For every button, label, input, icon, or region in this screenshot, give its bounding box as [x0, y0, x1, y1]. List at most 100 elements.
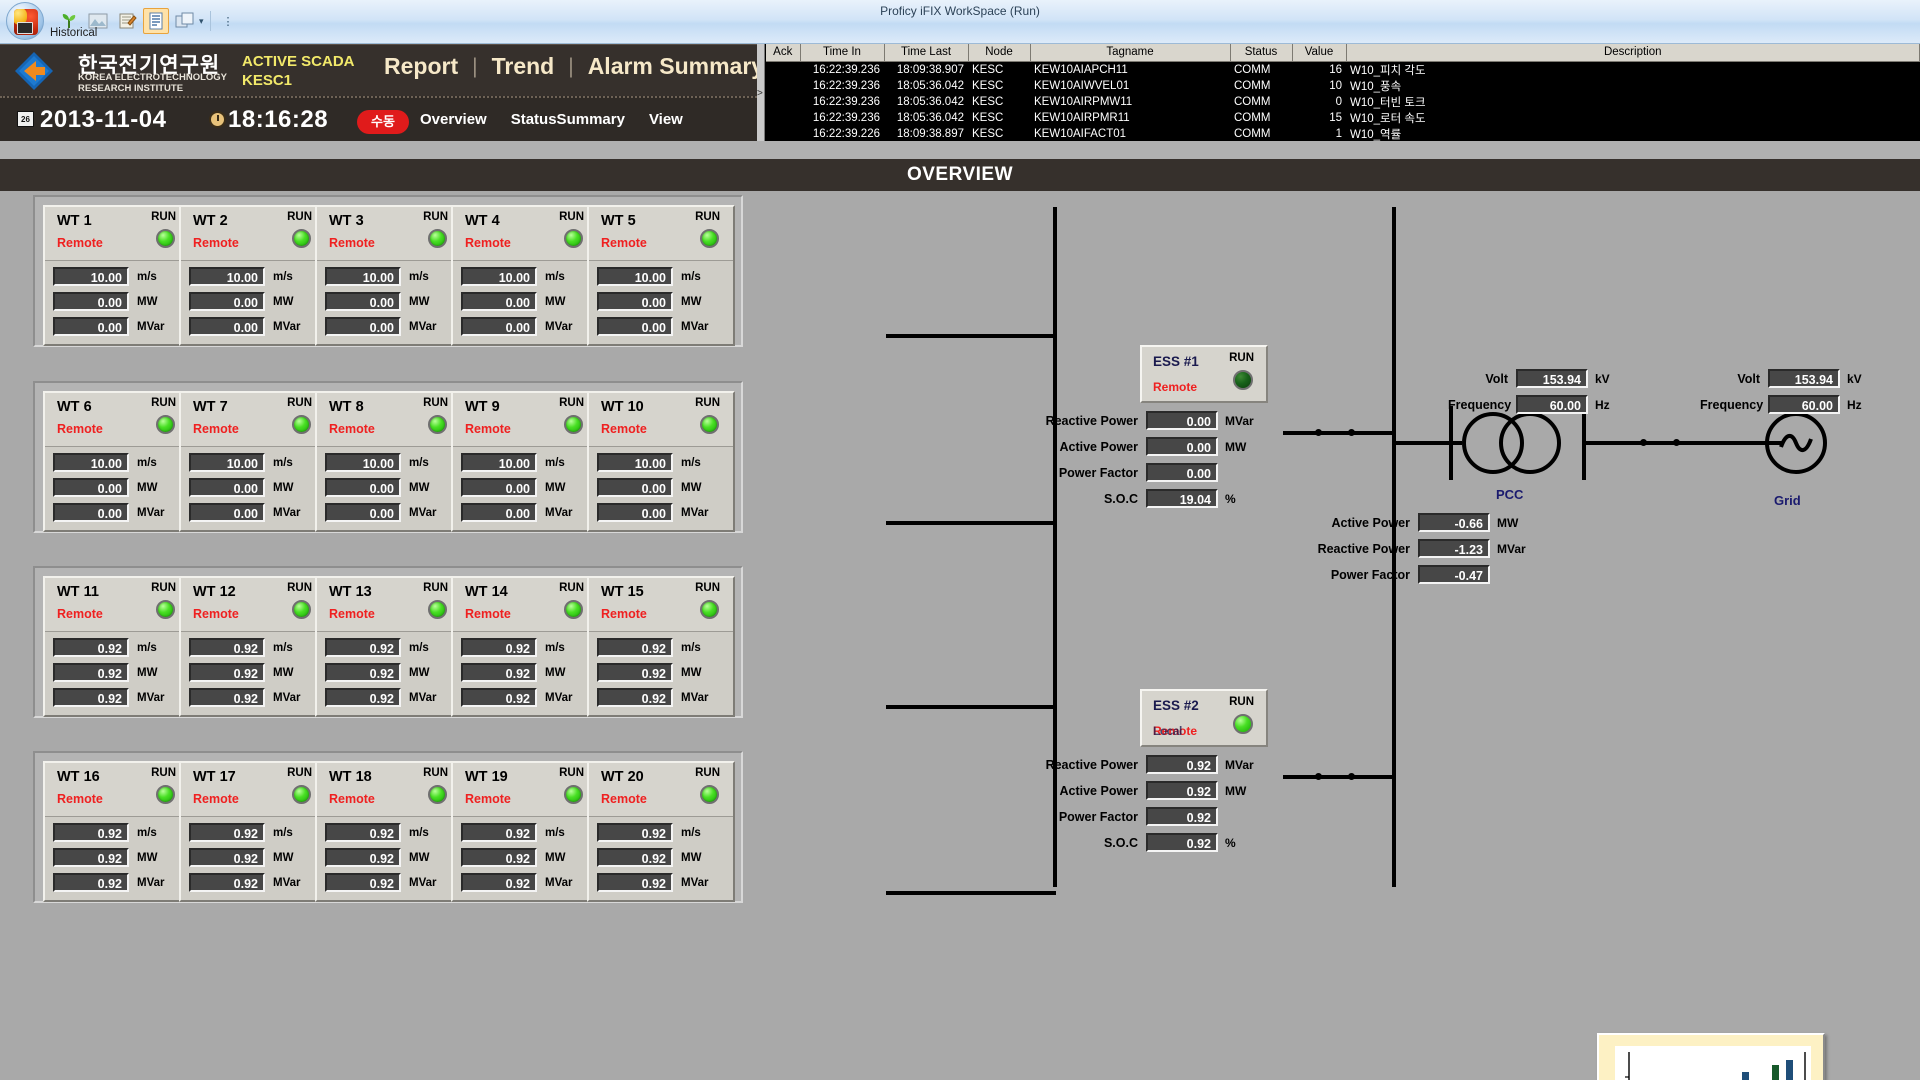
wind-turbine-card[interactable]: WT 2 Remote RUN 10.00 m/s 0.00 MW 0.00 MVar: [179, 205, 327, 346]
alarm-cell-time-last: 18:05:36.042: [884, 93, 968, 110]
alarm-cell-time-in: 16:22:39.236: [800, 77, 884, 94]
wind-turbine-card[interactable]: WT 6 Remote RUN 10.00 m/s 0.00 MW 0.00 MVar: [43, 391, 191, 532]
wind-turbine-header: WT 16 Remote RUN: [45, 763, 189, 817]
col-tagname[interactable]: Tagname: [1030, 44, 1231, 62]
wind-turbine-measurement-value: 0.92: [189, 638, 265, 657]
col-time-last[interactable]: Time Last: [884, 44, 969, 62]
wind-turbine-card[interactable]: WT 15 Remote RUN 0.92 m/s 0.92 MW 0.92 MVar: [587, 576, 735, 717]
form-icon[interactable]: [143, 8, 169, 34]
alarm-row[interactable]: 16:22:39.236 18:09:38.907 KESC KEW10AIAPCH1…: [766, 61, 1920, 78]
wind-turbine-status-led: [156, 229, 175, 248]
alarm-row[interactable]: 16:22:39.226 18:09:38.897 KESC KEW10AIFACT0…: [766, 125, 1920, 142]
nav-report[interactable]: Report: [370, 53, 472, 80]
wind-turbine-measurement-value: 0.92: [461, 823, 537, 842]
wind-turbine-measurement-row: 0.92 m/s: [461, 823, 589, 842]
nav-trend[interactable]: Trend: [478, 53, 569, 80]
ess-measurement-unit: MVar: [1225, 413, 1254, 428]
wind-turbine-card[interactable]: WT 11 Remote RUN 0.92 m/s 0.92 MW 0.92 MVar: [43, 576, 191, 717]
wind-turbine-measurement-unit: m/s: [409, 641, 429, 654]
nav-alarm-summary[interactable]: Alarm Summary: [574, 53, 778, 80]
wind-turbine-status-led: [700, 600, 719, 619]
ess-control-mode: Remote: [1153, 380, 1198, 394]
wind-turbine-card[interactable]: WT 4 Remote RUN 10.00 m/s 0.00 MW 0.00 MVar: [451, 205, 599, 346]
wind-turbine-measurements: 10.00 m/s 0.00 MW 0.00 MVar: [453, 261, 597, 344]
col-description[interactable]: Description: [1346, 44, 1920, 62]
wind-turbine-measurement-unit: MVar: [409, 320, 437, 333]
ess-measurement-unit: %: [1225, 835, 1236, 850]
node-dot-line-a: [1640, 439, 1647, 446]
col-value[interactable]: Value: [1292, 44, 1347, 62]
wind-turbine-control-mode: Remote: [329, 792, 375, 806]
alarm-cell-ack: [766, 77, 800, 94]
ess-measurement-value: 0.00: [1146, 463, 1218, 482]
wind-turbine-card[interactable]: WT 13 Remote RUN 0.92 m/s 0.92 MW 0.92 MVar: [315, 576, 463, 717]
wind-turbine-measurement-value: 0.92: [325, 663, 401, 682]
chevron-down-icon[interactable]: ▾: [199, 16, 204, 27]
alarm-cell-node: KESC: [968, 125, 1030, 142]
pcc-measurement-value: -0.66: [1418, 513, 1490, 532]
wind-turbine-card[interactable]: WT 8 Remote RUN 10.00 m/s 0.00 MW 0.00 MVar: [315, 391, 463, 532]
wind-turbine-card[interactable]: WT 18 Remote RUN 0.92 m/s 0.92 MW 0.92 MVar: [315, 761, 463, 902]
wind-turbine-card[interactable]: WT 16 Remote RUN 0.92 m/s 0.92 MW 0.92 MVar: [43, 761, 191, 902]
wind-turbine-card[interactable]: WT 5 Remote RUN 10.00 m/s 0.00 MW 0.00 MVar: [587, 205, 735, 346]
alarm-row[interactable]: 16:22:39.236 18:05:36.042 KESC KEW10AIWVEL0…: [766, 77, 1920, 94]
wind-turbine-card[interactable]: WT 19 Remote RUN 0.92 m/s 0.92 MW 0.92 MVar: [451, 761, 599, 902]
col-ack[interactable]: Ack: [766, 44, 801, 62]
wind-turbine-measurements: 10.00 m/s 0.00 MW 0.00 MVar: [45, 261, 189, 344]
wind-turbine-card[interactable]: WT 20 Remote RUN 0.92 m/s 0.92 MW 0.92 MVar: [587, 761, 735, 902]
wind-turbine-measurement-unit: MVar: [409, 506, 437, 519]
wind-turbine-card[interactable]: WT 17 Remote RUN 0.92 m/s 0.92 MW 0.92 MVar: [179, 761, 327, 902]
nav-status-summary[interactable]: StatusSummary: [511, 111, 625, 128]
col-time-in[interactable]: Time In: [800, 44, 885, 62]
current-date: 2013-11-04: [40, 106, 167, 133]
ess-measurement-label: Power Factor: [1058, 809, 1138, 824]
col-status[interactable]: Status: [1230, 44, 1293, 62]
realtime-plot-widget[interactable]: Real-Time Plot.✓: [1597, 1033, 1825, 1080]
wind-turbine-status-label: RUN: [695, 211, 720, 223]
wind-turbine-measurement-unit: MW: [409, 481, 430, 494]
wind-turbine-measurement-value: 0.92: [597, 848, 673, 867]
ess-card[interactable]: ESS #2 Remote Local RUN: [1140, 689, 1268, 747]
wind-turbine-measurement-row: 0.92 m/s: [597, 638, 725, 657]
nav-view[interactable]: View: [649, 111, 683, 128]
wind-turbine-measurement-row: 0.92 MW: [597, 663, 725, 682]
app-orb-button[interactable]: [6, 2, 44, 40]
ess-measurement-row: Reactive Power 0.00 MVar: [1030, 411, 1254, 430]
page-title: OVERVIEW: [0, 159, 1920, 191]
ess-measurement-unit: MVar: [1225, 757, 1254, 772]
wind-turbine-measurements: 10.00 m/s 0.00 MW 0.00 MVar: [45, 447, 189, 530]
wind-turbine-card[interactable]: WT 9 Remote RUN 10.00 m/s 0.00 MW 0.00 MVar: [451, 391, 599, 532]
alarm-gutter[interactable]: >: [757, 44, 765, 141]
wind-turbine-measurement-value: 0.92: [189, 823, 265, 842]
wind-turbine-card[interactable]: WT 1 Remote RUN 10.00 m/s 0.00 MW 0.00 MVar: [43, 205, 191, 346]
wind-turbine-name: WT 1: [57, 213, 92, 229]
duplicate-icon[interactable]: [172, 8, 198, 34]
wind-turbine-card[interactable]: WT 10 Remote RUN 10.00 m/s 0.00 MW 0.00 MVar: [587, 391, 735, 532]
quick-access-caret-icon[interactable]: ⋮: [217, 15, 240, 28]
nav-overview[interactable]: Overview: [420, 111, 487, 128]
wind-turbine-status-led: [292, 229, 311, 248]
ess-card[interactable]: ESS #1 Remote RUN: [1140, 345, 1268, 403]
alarm-expand-icon[interactable]: >: [757, 88, 763, 99]
col-node[interactable]: Node: [968, 44, 1031, 62]
ess-status-led: [1233, 714, 1253, 734]
wind-turbine-card[interactable]: WT 12 Remote RUN 0.92 m/s 0.92 MW 0.92 MVar: [179, 576, 327, 717]
wind-turbine-card[interactable]: WT 14 Remote RUN 0.92 m/s 0.92 MW 0.92 MVar: [451, 576, 599, 717]
wind-turbine-measurement-row: 0.92 MW: [461, 848, 589, 867]
alarm-row[interactable]: 16:22:39.236 18:05:36.042 KESC KEW10AIRPMR1…: [766, 109, 1920, 126]
wind-turbine-header: WT 8 Remote RUN: [317, 393, 461, 447]
wind-turbine-measurement-row: 10.00 m/s: [597, 453, 725, 472]
wind-turbine-control-mode: Remote: [601, 607, 647, 621]
ess-control-mode: Remote Local: [1153, 724, 1198, 738]
ribbon-toolbar: ▾ ⋮ Historical Proficy iFIX WorkSpace (R…: [0, 0, 1920, 44]
alarm-row[interactable]: 16:22:39.236 18:05:36.042 KESC KEW10AIRPMW1…: [766, 93, 1920, 110]
wind-turbine-control-mode: Remote: [465, 792, 511, 806]
wind-turbine-card[interactable]: WT 3 Remote RUN 10.00 m/s 0.00 MW 0.00 MVar: [315, 205, 463, 346]
wind-turbine-card[interactable]: WT 7 Remote RUN 10.00 m/s 0.00 MW 0.00 MVar: [179, 391, 327, 532]
control-mode-badge[interactable]: 수동: [357, 110, 409, 134]
edit-picture-icon[interactable]: [114, 8, 140, 34]
wind-turbine-measurement-value: 0.92: [53, 688, 129, 707]
alarm-cell-status: COMM: [1230, 109, 1292, 126]
wind-turbine-name: WT 3: [329, 213, 364, 229]
window-title: Proficy iFIX WorkSpace (Run): [880, 4, 1040, 18]
